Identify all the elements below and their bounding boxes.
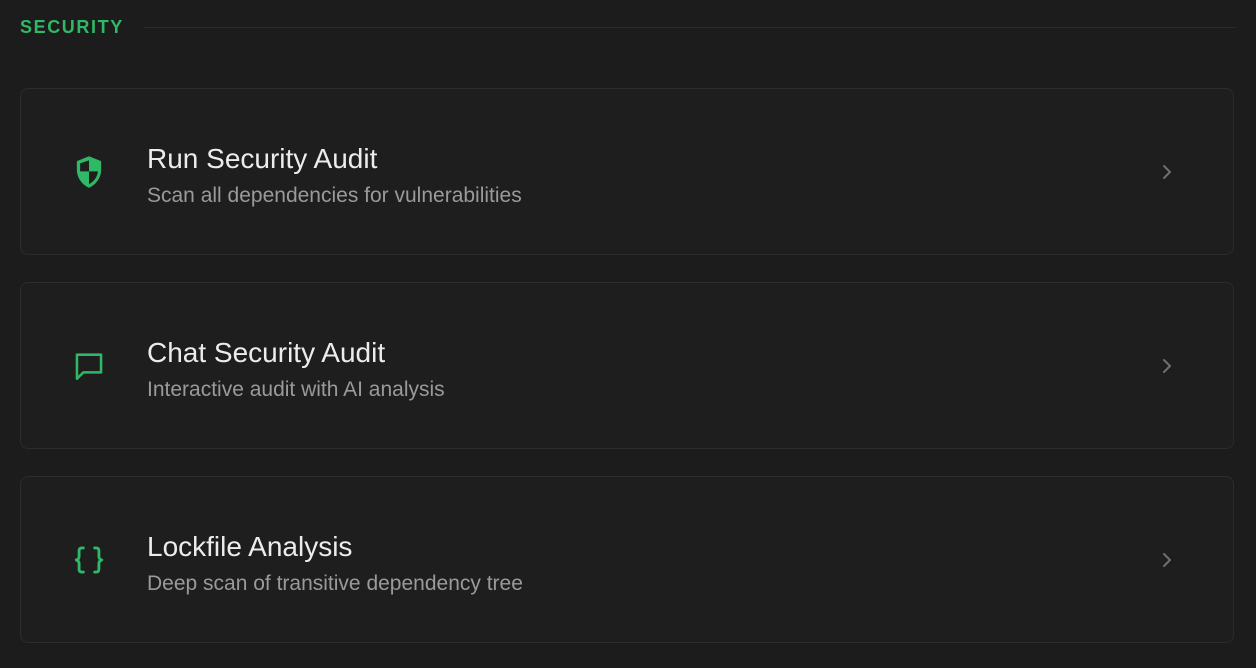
section-header: SECURITY <box>20 17 1236 37</box>
chevron-right-icon <box>1155 548 1179 572</box>
card-subtitle: Scan all dependencies for vulnerabilitie… <box>147 184 522 207</box>
card-subtitle: Deep scan of transitive dependency tree <box>147 572 523 595</box>
section-title: SECURITY <box>20 16 124 37</box>
chevron-right-icon <box>1155 160 1179 184</box>
chat-bubble-icon <box>71 348 107 384</box>
curly-braces-icon <box>71 542 107 578</box>
card-title: Chat Security Audit <box>147 337 386 368</box>
card-text: Lockfile Analysis Deep scan of transitiv… <box>147 529 523 599</box>
card-text: Run Security Audit Scan all dependencies… <box>147 141 522 211</box>
chevron-right-icon <box>1155 354 1179 378</box>
card-subtitle: Interactive audit with AI analysis <box>147 378 445 401</box>
card-text: Chat Security Audit Interactive audit wi… <box>147 335 445 405</box>
run-security-audit-card[interactable]: Run Security Audit Scan all dependencies… <box>20 88 1234 255</box>
shield-icon <box>71 154 107 190</box>
lockfile-analysis-card[interactable]: Lockfile Analysis Deep scan of transitiv… <box>20 476 1234 643</box>
card-title: Lockfile Analysis <box>147 531 353 562</box>
chat-security-audit-card[interactable]: Chat Security Audit Interactive audit wi… <box>20 282 1234 449</box>
card-title: Run Security Audit <box>147 143 378 174</box>
section-divider <box>143 27 1236 28</box>
